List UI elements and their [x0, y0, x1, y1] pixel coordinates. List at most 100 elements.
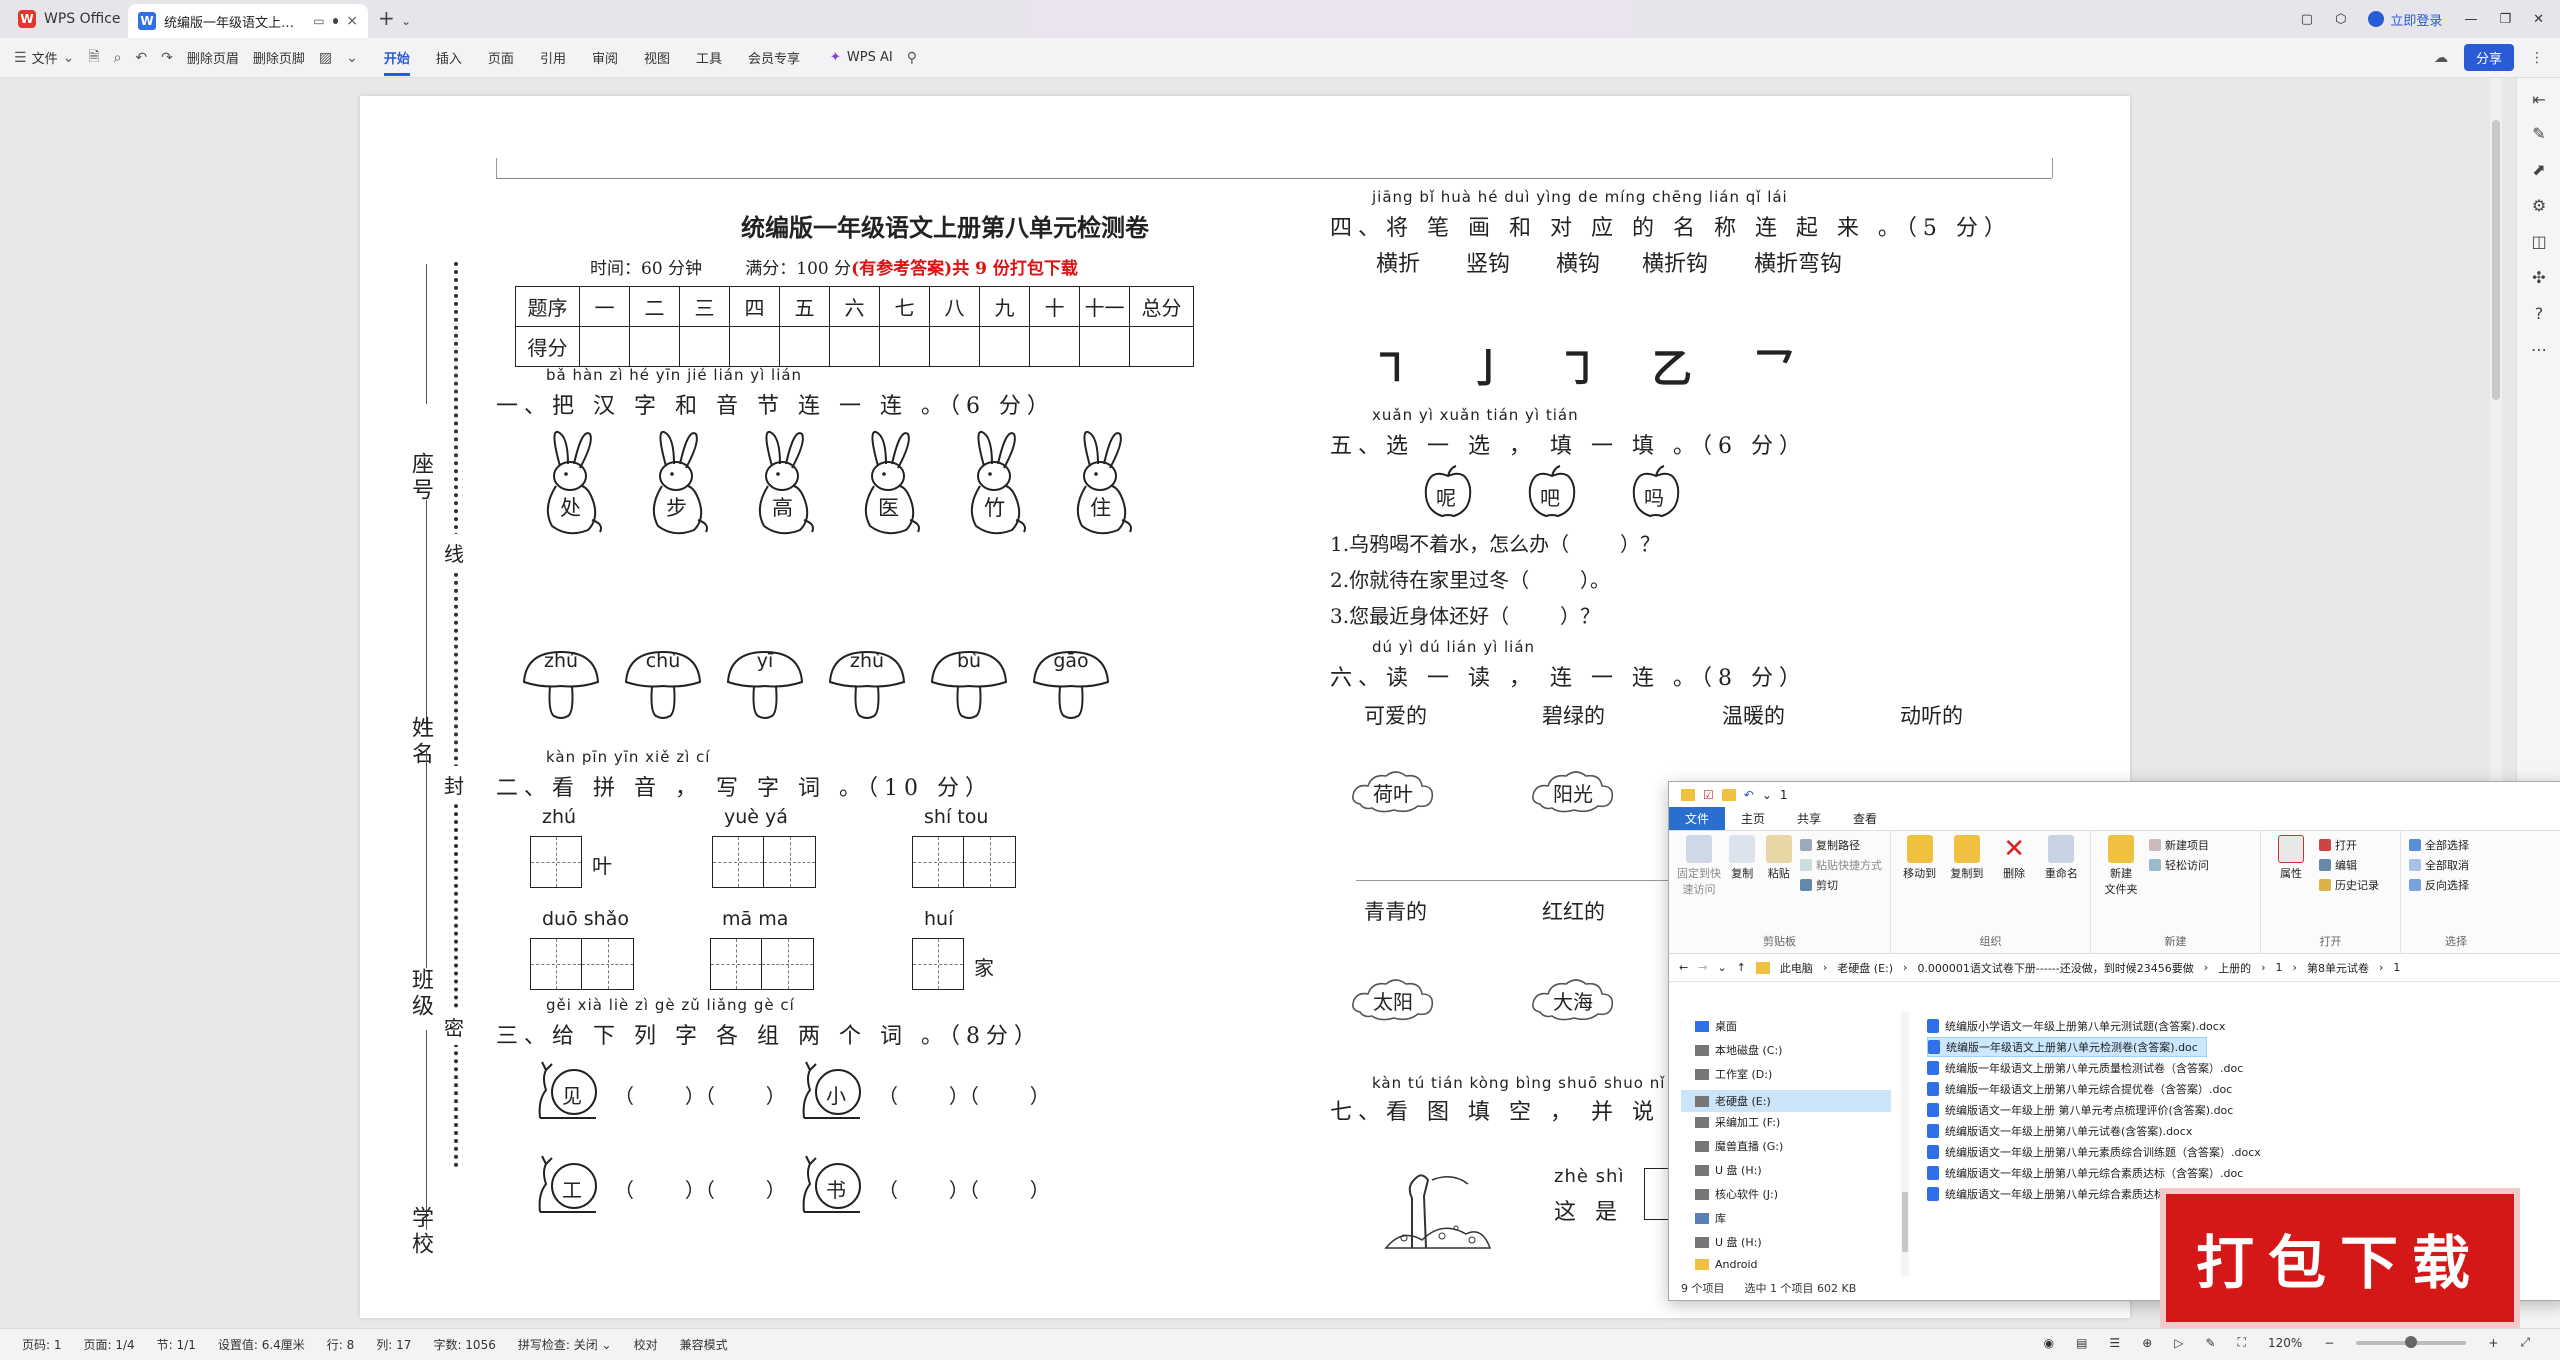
login-button[interactable]: 立即登录 — [2368, 10, 2442, 29]
search-icon[interactable]: ⚲ — [907, 50, 917, 66]
nav-item[interactable]: 本地磁盘 (C:) — [1695, 1042, 1782, 1058]
help-icon[interactable]: ? — [2529, 304, 2549, 324]
tianzige-cell[interactable] — [530, 836, 582, 888]
tianzige-cell[interactable] — [530, 938, 582, 990]
download-badge[interactable]: 打包下载 — [2160, 1188, 2520, 1328]
breadcrumb-item[interactable]: 此电脑 — [1780, 960, 1813, 976]
file-row[interactable]: 统编版语文一年级上册 第八单元考点梳理评价(含答案).doc — [1927, 1100, 2241, 1120]
write-mode-icon[interactable]: ✎ — [2205, 1336, 2215, 1350]
explorer-tab-share[interactable]: 共享 — [1781, 807, 1837, 830]
status-proofread[interactable]: 校对 — [634, 1336, 658, 1353]
nav-item[interactable]: 老硬盘 (E:) — [1681, 1090, 1891, 1112]
nav-item[interactable]: U 盘 (H:) — [1695, 1234, 1762, 1250]
tianzige-cell[interactable] — [964, 836, 1016, 888]
nav-item[interactable]: Android — [1695, 1258, 1758, 1271]
new-tab-button[interactable]: + ⌄ — [378, 6, 411, 30]
fullscreen-icon[interactable]: ⤢ — [2520, 1335, 2530, 1350]
nav-item[interactable]: 采编加工 (F:) — [1695, 1114, 1780, 1130]
breadcrumb-item[interactable]: 老硬盘 (E:) — [1837, 960, 1893, 976]
new-item-button[interactable]: 新建项目 — [2149, 837, 2209, 853]
navigation-pane[interactable]: 桌面 本地磁盘 (C:) 工作室 (D:) 老硬盘 (E:) 采编加工 (F:) 魔兽直播… — [1669, 1012, 1909, 1276]
outline-view-icon[interactable]: ☰ — [2109, 1336, 2120, 1350]
easy-access-button[interactable]: 轻松访问 — [2149, 857, 2209, 873]
up-arrow-icon[interactable]: ↑ — [1737, 961, 1746, 974]
tianzige-box[interactable] — [710, 938, 814, 990]
tools-icon[interactable]: ✣ — [2529, 268, 2549, 288]
new-folder-quick-icon[interactable] — [1721, 789, 1736, 801]
zoom-value[interactable]: 120% — [2268, 1336, 2302, 1350]
invert-selection-button[interactable]: 反向选择 — [2409, 877, 2469, 893]
tab-home[interactable]: 开始 — [383, 48, 410, 76]
document-tab[interactable]: W 统编版一年级语文上册第八单元检测卷(含答案) ▭ × — [128, 4, 368, 38]
tab-insert[interactable]: 插入 — [436, 48, 462, 67]
file-row[interactable]: 统编版一年级语文上册第八单元检测卷(含答案).doc — [1927, 1037, 2207, 1057]
eye-protection-icon[interactable]: ◉ — [2044, 1336, 2054, 1350]
cube-icon[interactable]: ⬡ — [2335, 12, 2346, 27]
tianzige-cell[interactable] — [710, 938, 762, 990]
nav-item[interactable]: 桌面 — [1695, 1018, 1737, 1034]
nav-item[interactable]: U 盘 (H:) — [1695, 1162, 1762, 1178]
q3-answer-blanks[interactable]: （ ）（ ） — [614, 1174, 786, 1203]
more-icon[interactable]: ⋯ — [2529, 340, 2549, 360]
nav-scrollbar-thumb[interactable] — [1902, 1192, 1908, 1252]
restore-icon[interactable]: ❐ — [2499, 12, 2511, 27]
menu-button[interactable]: ☰ 文件 ⌄ — [14, 48, 74, 68]
quick-access-chevron-icon[interactable]: ⌄ — [1762, 788, 1772, 802]
breadcrumb-item[interactable]: 第8单元试卷 — [2307, 960, 2369, 976]
delete-footer-button[interactable]: 删除页脚 — [253, 48, 305, 67]
status-spell-check[interactable]: 拼写检查: 关闭 ⌄ — [518, 1336, 612, 1353]
undo-quick-icon[interactable]: ↶ — [1744, 788, 1754, 802]
minimize-icon[interactable]: — — [2464, 12, 2477, 27]
nav-item[interactable]: 库 — [1695, 1210, 1726, 1226]
vertical-scrollbar-thumb[interactable] — [2492, 120, 2500, 400]
status-setting[interactable]: 设置值: 6.4厘米 — [218, 1336, 305, 1353]
web-view-icon[interactable]: ⊕ — [2142, 1336, 2152, 1350]
q3-answer-blanks[interactable]: （ ）（ ） — [614, 1080, 786, 1109]
play-icon[interactable]: ▷ — [2174, 1336, 2183, 1350]
q3-answer-blanks[interactable]: （ ）（ ） — [878, 1080, 1050, 1109]
tianzige-box[interactable] — [712, 836, 816, 888]
breadcrumb-item[interactable]: 1 — [2276, 961, 2283, 974]
tab-tools[interactable]: 工具 — [696, 48, 722, 67]
nav-scrollbar[interactable] — [1901, 1012, 1909, 1276]
select-icon[interactable]: ⬈ — [2529, 160, 2549, 180]
q3-answer-blanks[interactable]: （ ）（ ） — [878, 1174, 1050, 1203]
status-pages[interactable]: 页面: 1/4 — [84, 1336, 135, 1353]
tianzige-cell[interactable] — [712, 836, 764, 888]
explorer-tab-home[interactable]: 主页 — [1725, 807, 1781, 830]
fit-icon[interactable]: ⛶ — [2238, 1335, 2246, 1350]
save-icon[interactable]: 🗎 — [88, 46, 99, 70]
select-none-button[interactable]: 全部取消 — [2409, 857, 2469, 873]
tianzige-cell[interactable] — [912, 836, 964, 888]
shape-icon[interactable]: ◫ — [2529, 232, 2549, 252]
file-row[interactable]: 统编版一年级语文上册第八单元质量检测试卷（含答案）.doc — [1927, 1058, 2251, 1078]
breadcrumb-item[interactable]: 0.000001语文试卷下册------还没做，到时候23456要做 — [1917, 960, 2193, 976]
tab-page[interactable]: 页面 — [488, 48, 514, 67]
tab-review[interactable]: 审阅 — [592, 48, 618, 67]
breadcrumb-item[interactable]: 1 — [2393, 961, 2400, 974]
file-row[interactable]: 统编版语文一年级上册第八单元素质综合训练题（含答案）.docx — [1927, 1142, 2269, 1162]
undo-icon[interactable]: ↶ — [135, 50, 147, 66]
sidebar-collapse-icon[interactable]: ⇤ — [2529, 90, 2549, 110]
copy-path-button[interactable]: 复制路径 — [1800, 837, 1882, 853]
tab-member[interactable]: 会员专享 — [748, 48, 800, 67]
zoom-slider[interactable] — [2356, 1335, 2467, 1348]
recent-chevron-icon[interactable]: ⌄ — [1717, 961, 1726, 974]
tianzige-cell[interactable] — [582, 938, 634, 990]
file-row[interactable]: 统编版小学语文一年级上册第八单元测试题(含答案).docx — [1927, 1016, 2233, 1036]
format-painter-icon[interactable]: ⌕ — [114, 50, 122, 66]
tianzige-box[interactable] — [530, 938, 634, 990]
close-tab-icon[interactable]: × — [346, 13, 358, 29]
delete-header-button[interactable]: 删除页眉 — [187, 48, 239, 67]
nav-item[interactable]: 魔兽直播 (G:) — [1695, 1138, 1783, 1154]
file-row[interactable]: 统编版语文一年级上册第八单元试卷(含答案).docx — [1927, 1121, 2200, 1141]
back-arrow-icon[interactable]: ← — [1679, 961, 1688, 974]
forward-arrow-icon[interactable]: → — [1698, 961, 1707, 974]
more-chevron-icon[interactable]: ⌄ — [346, 50, 358, 66]
tianzige-cell[interactable] — [912, 938, 964, 990]
pen-icon[interactable]: ✎ — [2529, 124, 2549, 144]
file-row[interactable]: 统编版一年级语文上册第八单元综合提优卷（含答案）.doc — [1927, 1079, 2240, 1099]
zoom-in-icon[interactable]: + — [2488, 1336, 2498, 1350]
redo-icon[interactable]: ↷ — [161, 50, 173, 66]
tianzige-box[interactable] — [912, 836, 1016, 888]
